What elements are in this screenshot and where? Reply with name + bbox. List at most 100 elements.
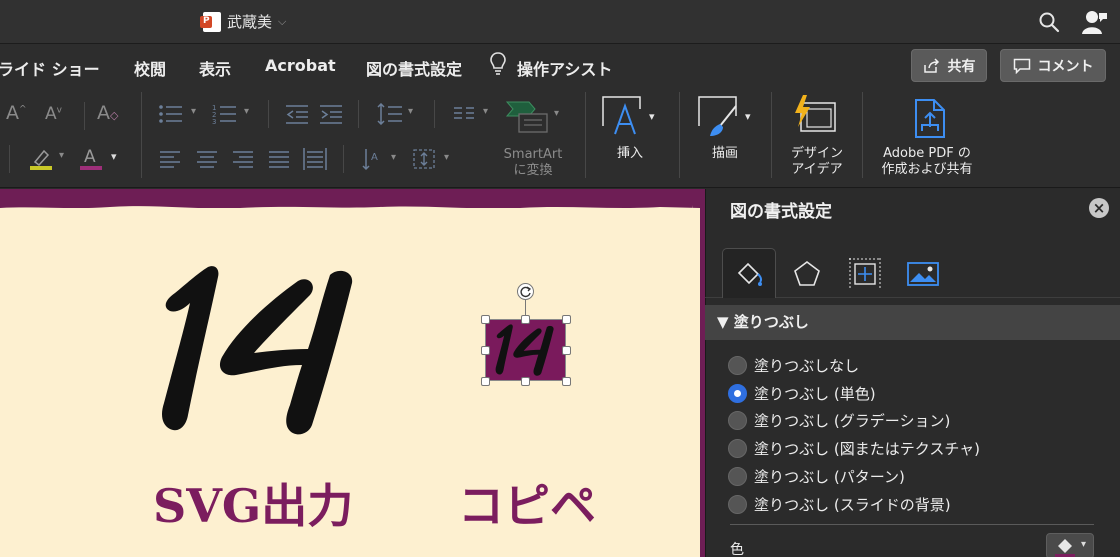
slide-caption-svg-output[interactable]: SVG出力 [153,470,353,536]
adobe-pdf-label[interactable]: Adobe PDF の 作成および共有 [874,146,980,178]
chevron-down-icon: ▾ [1081,539,1087,550]
radio-button[interactable] [728,411,747,430]
decrease-indent-icon[interactable] [286,104,308,124]
bullets-icon[interactable] [158,104,184,124]
chevron-down-icon[interactable]: ▾ [244,106,249,117]
tab-picture[interactable] [896,248,950,298]
divider [9,145,10,173]
divider [585,92,586,178]
lightbulb-icon [490,52,506,75]
fill-color-picker[interactable]: ▾ [1046,533,1094,557]
svg-text:3: 3 [212,118,216,124]
chevron-down-icon: ⌵ [278,14,287,28]
font-color-button[interactable]: A [80,145,104,175]
clear-format-icon[interactable]: A◇ [97,102,118,124]
divider [434,100,435,128]
highlight-color-button[interactable] [30,147,54,175]
fill-option-pattern[interactable]: 塗りつぶし (パターン) [728,466,905,487]
tab-acrobat[interactable]: Acrobat [265,56,336,75]
fill-option-label: 塗りつぶし (パターン) [754,468,905,486]
person-share-icon[interactable] [1082,9,1108,35]
resize-handle-top-right[interactable] [562,315,571,324]
align-right-icon[interactable] [233,150,253,168]
align-left-icon[interactable] [160,150,180,168]
fill-option-picture-texture[interactable]: 塗りつぶし (図またはテクスチャ) [728,438,980,459]
smartart-convert-icon[interactable] [505,100,549,134]
distributed-icon[interactable] [303,148,327,170]
fill-option-label: 塗りつぶし (グラデーション) [754,412,951,430]
resize-handle-bottom-right[interactable] [562,377,571,386]
tab-effects[interactable] [780,248,834,298]
radio-button[interactable] [728,439,747,458]
tab-fill-line[interactable] [722,248,776,298]
grow-font-icon[interactable]: A^ [6,102,27,124]
radio-button[interactable] [728,495,747,514]
tab-review[interactable]: 校閲 [134,56,166,80]
rotate-handle[interactable] [517,283,534,300]
tab-tell-me[interactable]: 操作アシスト [517,56,612,80]
chevron-down-icon[interactable]: ▾ [444,152,449,163]
resize-handle-right[interactable] [562,346,571,355]
chevron-down-icon[interactable]: ▾ [191,106,196,117]
radio-button-selected[interactable] [728,384,747,403]
columns-icon[interactable] [454,106,474,120]
fill-section-header[interactable]: ▼ 塗りつぶし [705,305,1120,340]
design-ideas-icon[interactable] [793,95,837,135]
fill-option-gradient[interactable]: 塗りつぶし (グラデーション) [728,410,950,431]
resize-handle-top-left[interactable] [481,315,490,324]
paint-bucket-icon [737,262,763,286]
insert-label[interactable]: 挿入 [612,146,648,162]
comment-button[interactable]: コメント [1000,49,1106,82]
radio-button[interactable] [728,467,747,486]
chevron-down-icon[interactable]: ▾ [745,110,751,123]
shrink-font-icon[interactable]: Av [45,104,62,124]
chevron-down-icon[interactable]: ▾ [111,150,117,163]
resize-handle-bottom-left[interactable] [481,377,490,386]
fill-option-label: 塗りつぶし (図またはテクスチャ) [754,440,981,458]
search-icon[interactable] [1038,11,1060,33]
chevron-down-icon[interactable]: ▾ [59,150,64,161]
adobe-pdf-share-icon[interactable] [912,99,952,139]
picture-icon [907,262,939,286]
design-ideas-label[interactable]: デザイン アイデア [786,146,848,178]
radio-button[interactable] [728,356,747,375]
resize-handle-left[interactable] [481,346,490,355]
fill-option-label: 塗りつぶし (単色) [754,385,876,403]
numbering-icon[interactable]: 123 [212,104,238,124]
chevron-down-icon[interactable]: ▾ [408,106,413,117]
fill-option-solid[interactable]: 塗りつぶし (単色) [728,383,876,404]
align-center-icon[interactable] [197,150,217,168]
resize-handle-top[interactable] [521,315,530,324]
divider [771,92,772,178]
draw-brush-icon[interactable] [698,96,740,138]
slide-caption-copy-paste[interactable]: コピペ [458,470,596,536]
chevron-down-icon[interactable]: ▾ [554,108,559,119]
line-spacing-icon[interactable] [377,103,403,125]
large-14-graphic[interactable] [140,255,380,445]
chevron-down-icon[interactable]: ▾ [391,152,396,163]
fill-option-none[interactable]: 塗りつぶしなし [728,355,859,376]
tab-slideshow[interactable]: ライド ショー [0,56,100,80]
tab-view[interactable]: 表示 [199,56,231,80]
pane-title: 図の書式設定 [730,202,832,222]
tab-picture-format[interactable]: 図の書式設定 [366,56,462,80]
pentagon-icon [794,261,820,286]
resize-handle-bottom[interactable] [521,377,530,386]
document-title[interactable]: P 武蔵美 ⌵ [200,11,287,32]
increase-indent-icon[interactable] [320,104,342,124]
chevron-down-icon[interactable]: ▾ [483,106,488,117]
selection-border [485,319,566,381]
fill-option-slide-background[interactable]: 塗りつぶし (スライドの背景) [728,494,951,515]
justify-icon[interactable] [269,150,289,168]
tab-size-properties[interactable] [838,248,892,298]
chevron-down-icon[interactable]: ▾ [649,110,655,123]
share-button[interactable]: 共有 [911,49,987,82]
align-text-icon[interactable] [411,147,437,171]
insert-textbox-icon[interactable] [602,96,644,136]
fill-option-label: 塗りつぶし (スライドの背景) [754,496,951,514]
text-direction-icon[interactable]: A [361,147,383,171]
smartart-label: SmartArt に変換 [503,147,563,178]
draw-label[interactable]: 描画 [707,146,743,162]
close-icon[interactable]: × [1089,198,1109,218]
svg-text:A: A [371,152,378,163]
